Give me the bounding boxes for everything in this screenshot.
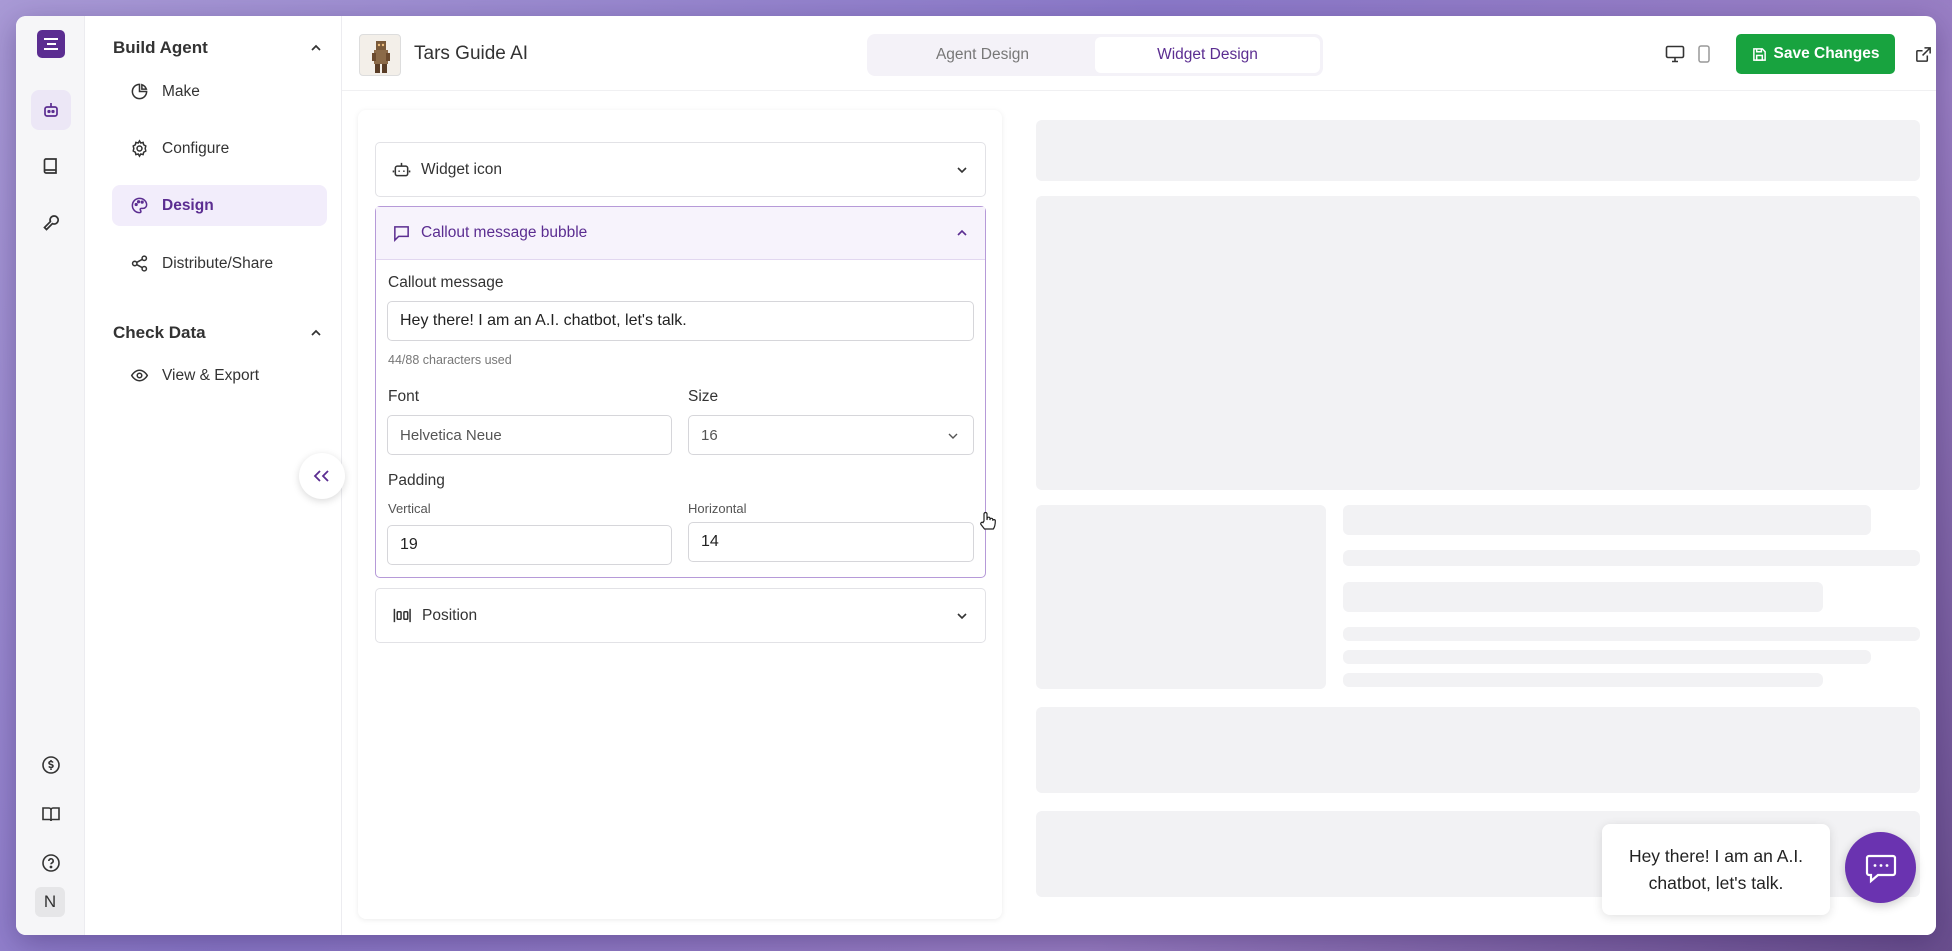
save-label: Save Changes bbox=[1773, 45, 1880, 62]
position-accordion[interactable]: Position bbox=[375, 588, 986, 643]
hand-cursor-icon bbox=[980, 511, 996, 530]
desktop-icon[interactable] bbox=[1665, 45, 1685, 63]
billing-icon[interactable] bbox=[31, 745, 71, 785]
sidebar-item-view-export[interactable]: View & Export bbox=[112, 355, 327, 396]
horizontal-padding-input[interactable]: 14 bbox=[688, 522, 974, 562]
skeleton-block bbox=[1036, 196, 1920, 490]
robot-icon bbox=[392, 162, 411, 177]
design-tabs: Agent Design Widget Design bbox=[867, 34, 1323, 76]
accordion-title: Callout message bubble bbox=[421, 224, 588, 241]
skeleton-line bbox=[1343, 673, 1823, 687]
accordion-header[interactable]: Callout message bubble bbox=[376, 207, 985, 260]
accordion-header[interactable]: Position bbox=[376, 589, 985, 642]
size-select[interactable]: 16 bbox=[688, 415, 974, 455]
book-icon[interactable] bbox=[31, 146, 71, 186]
align-position-icon bbox=[393, 608, 411, 623]
agent-name: Tars Guide AI bbox=[414, 43, 529, 64]
sidebar-item-design[interactable]: Design bbox=[112, 185, 327, 226]
help-icon[interactable] bbox=[31, 843, 71, 883]
skeleton-block bbox=[1036, 120, 1920, 181]
user-avatar[interactable]: N bbox=[35, 887, 65, 917]
callout-bubble-preview[interactable]: Hey there! I am an A.I. chatbot, let's t… bbox=[1602, 824, 1830, 915]
wrench-icon[interactable] bbox=[31, 203, 71, 243]
section-title: Build Agent bbox=[113, 38, 208, 57]
sidebar-item-label: Configure bbox=[162, 139, 230, 157]
horizontal-label: Horizontal bbox=[688, 501, 747, 516]
gear-icon bbox=[132, 139, 147, 158]
chevron-up-icon bbox=[311, 44, 321, 51]
pie-chart-icon bbox=[131, 83, 148, 100]
sidebar-item-label: Make bbox=[162, 82, 200, 100]
app-logo-icon[interactable] bbox=[37, 30, 65, 58]
widget-icon-accordion[interactable]: Widget icon bbox=[375, 142, 986, 197]
palette-icon bbox=[131, 197, 148, 214]
vertical-padding-input[interactable]: 19 bbox=[387, 525, 672, 565]
skeleton-line bbox=[1343, 627, 1920, 641]
chevron-up-icon bbox=[957, 229, 967, 236]
message-square-icon bbox=[394, 225, 409, 242]
skeleton-block bbox=[1036, 707, 1920, 793]
robot-icon[interactable] bbox=[31, 90, 71, 130]
mobile-icon[interactable] bbox=[1697, 45, 1711, 63]
collapse-sidebar-button[interactable] bbox=[299, 453, 345, 499]
font-label: Font bbox=[388, 388, 420, 405]
tab-widget-design[interactable]: Widget Design bbox=[1095, 37, 1320, 73]
sidebar-item-label: View & Export bbox=[162, 366, 260, 384]
accordion-title: Widget icon bbox=[421, 160, 502, 178]
section-build-agent[interactable]: Build Agent bbox=[113, 33, 323, 63]
eye-icon bbox=[130, 369, 149, 382]
share-icon bbox=[131, 255, 148, 272]
chat-bubble-icon bbox=[1865, 854, 1896, 883]
sidebar-item-configure[interactable]: Configure bbox=[112, 128, 327, 169]
chat-widget-button[interactable] bbox=[1845, 832, 1916, 903]
size-label: Size bbox=[688, 388, 719, 405]
skeleton-block bbox=[1036, 505, 1326, 689]
sidebar-item-make[interactable]: Make bbox=[112, 71, 327, 112]
chevron-down-icon bbox=[948, 433, 958, 439]
skeleton-line bbox=[1343, 550, 1920, 566]
tab-agent-design[interactable]: Agent Design bbox=[870, 37, 1095, 73]
chevron-down-icon bbox=[957, 612, 967, 619]
skeleton-line bbox=[1343, 505, 1871, 535]
docs-icon[interactable] bbox=[31, 794, 71, 834]
icon-rail: N bbox=[16, 16, 85, 935]
sidebar-item-label: Design bbox=[162, 196, 214, 214]
device-toggle bbox=[1665, 45, 1711, 63]
callout-message-input[interactable]: Hey there! I am an A.I. chatbot, let's t… bbox=[387, 301, 974, 341]
double-chevron-left-icon bbox=[313, 470, 329, 482]
external-link-icon[interactable] bbox=[1914, 45, 1933, 64]
config-panel: Widget icon Callout message bubble Callo… bbox=[358, 110, 1002, 919]
padding-label: Padding bbox=[388, 472, 445, 489]
callout-message-label: Callout message bbox=[388, 274, 504, 291]
sidebar-item-label: Distribute/Share bbox=[162, 254, 274, 272]
font-select[interactable]: Helvetica Neue bbox=[387, 415, 672, 455]
save-changes-button[interactable]: Save Changes bbox=[1736, 34, 1895, 74]
skeleton-line bbox=[1343, 650, 1871, 664]
vertical-label: Vertical bbox=[388, 501, 431, 516]
save-icon bbox=[1752, 47, 1766, 61]
agent-avatar bbox=[359, 34, 401, 76]
sidebar-item-distribute[interactable]: Distribute/Share bbox=[112, 243, 327, 284]
char-count: 44/88 characters used bbox=[388, 353, 512, 367]
section-check-data[interactable]: Check Data bbox=[113, 318, 323, 348]
chevron-down-icon bbox=[957, 166, 967, 173]
size-value: 16 bbox=[701, 426, 718, 444]
section-title: Check Data bbox=[113, 323, 206, 342]
top-bar: Tars Guide AI Agent Design Widget Design… bbox=[342, 16, 1936, 91]
widget-preview bbox=[1019, 110, 1936, 935]
accordion-header[interactable]: Widget icon bbox=[376, 143, 985, 196]
app-window: N Build Agent Make Configure Design Dist… bbox=[16, 16, 1936, 935]
skeleton-line bbox=[1343, 582, 1823, 612]
chevron-up-icon bbox=[311, 329, 321, 336]
accordion-title: Position bbox=[422, 606, 478, 624]
